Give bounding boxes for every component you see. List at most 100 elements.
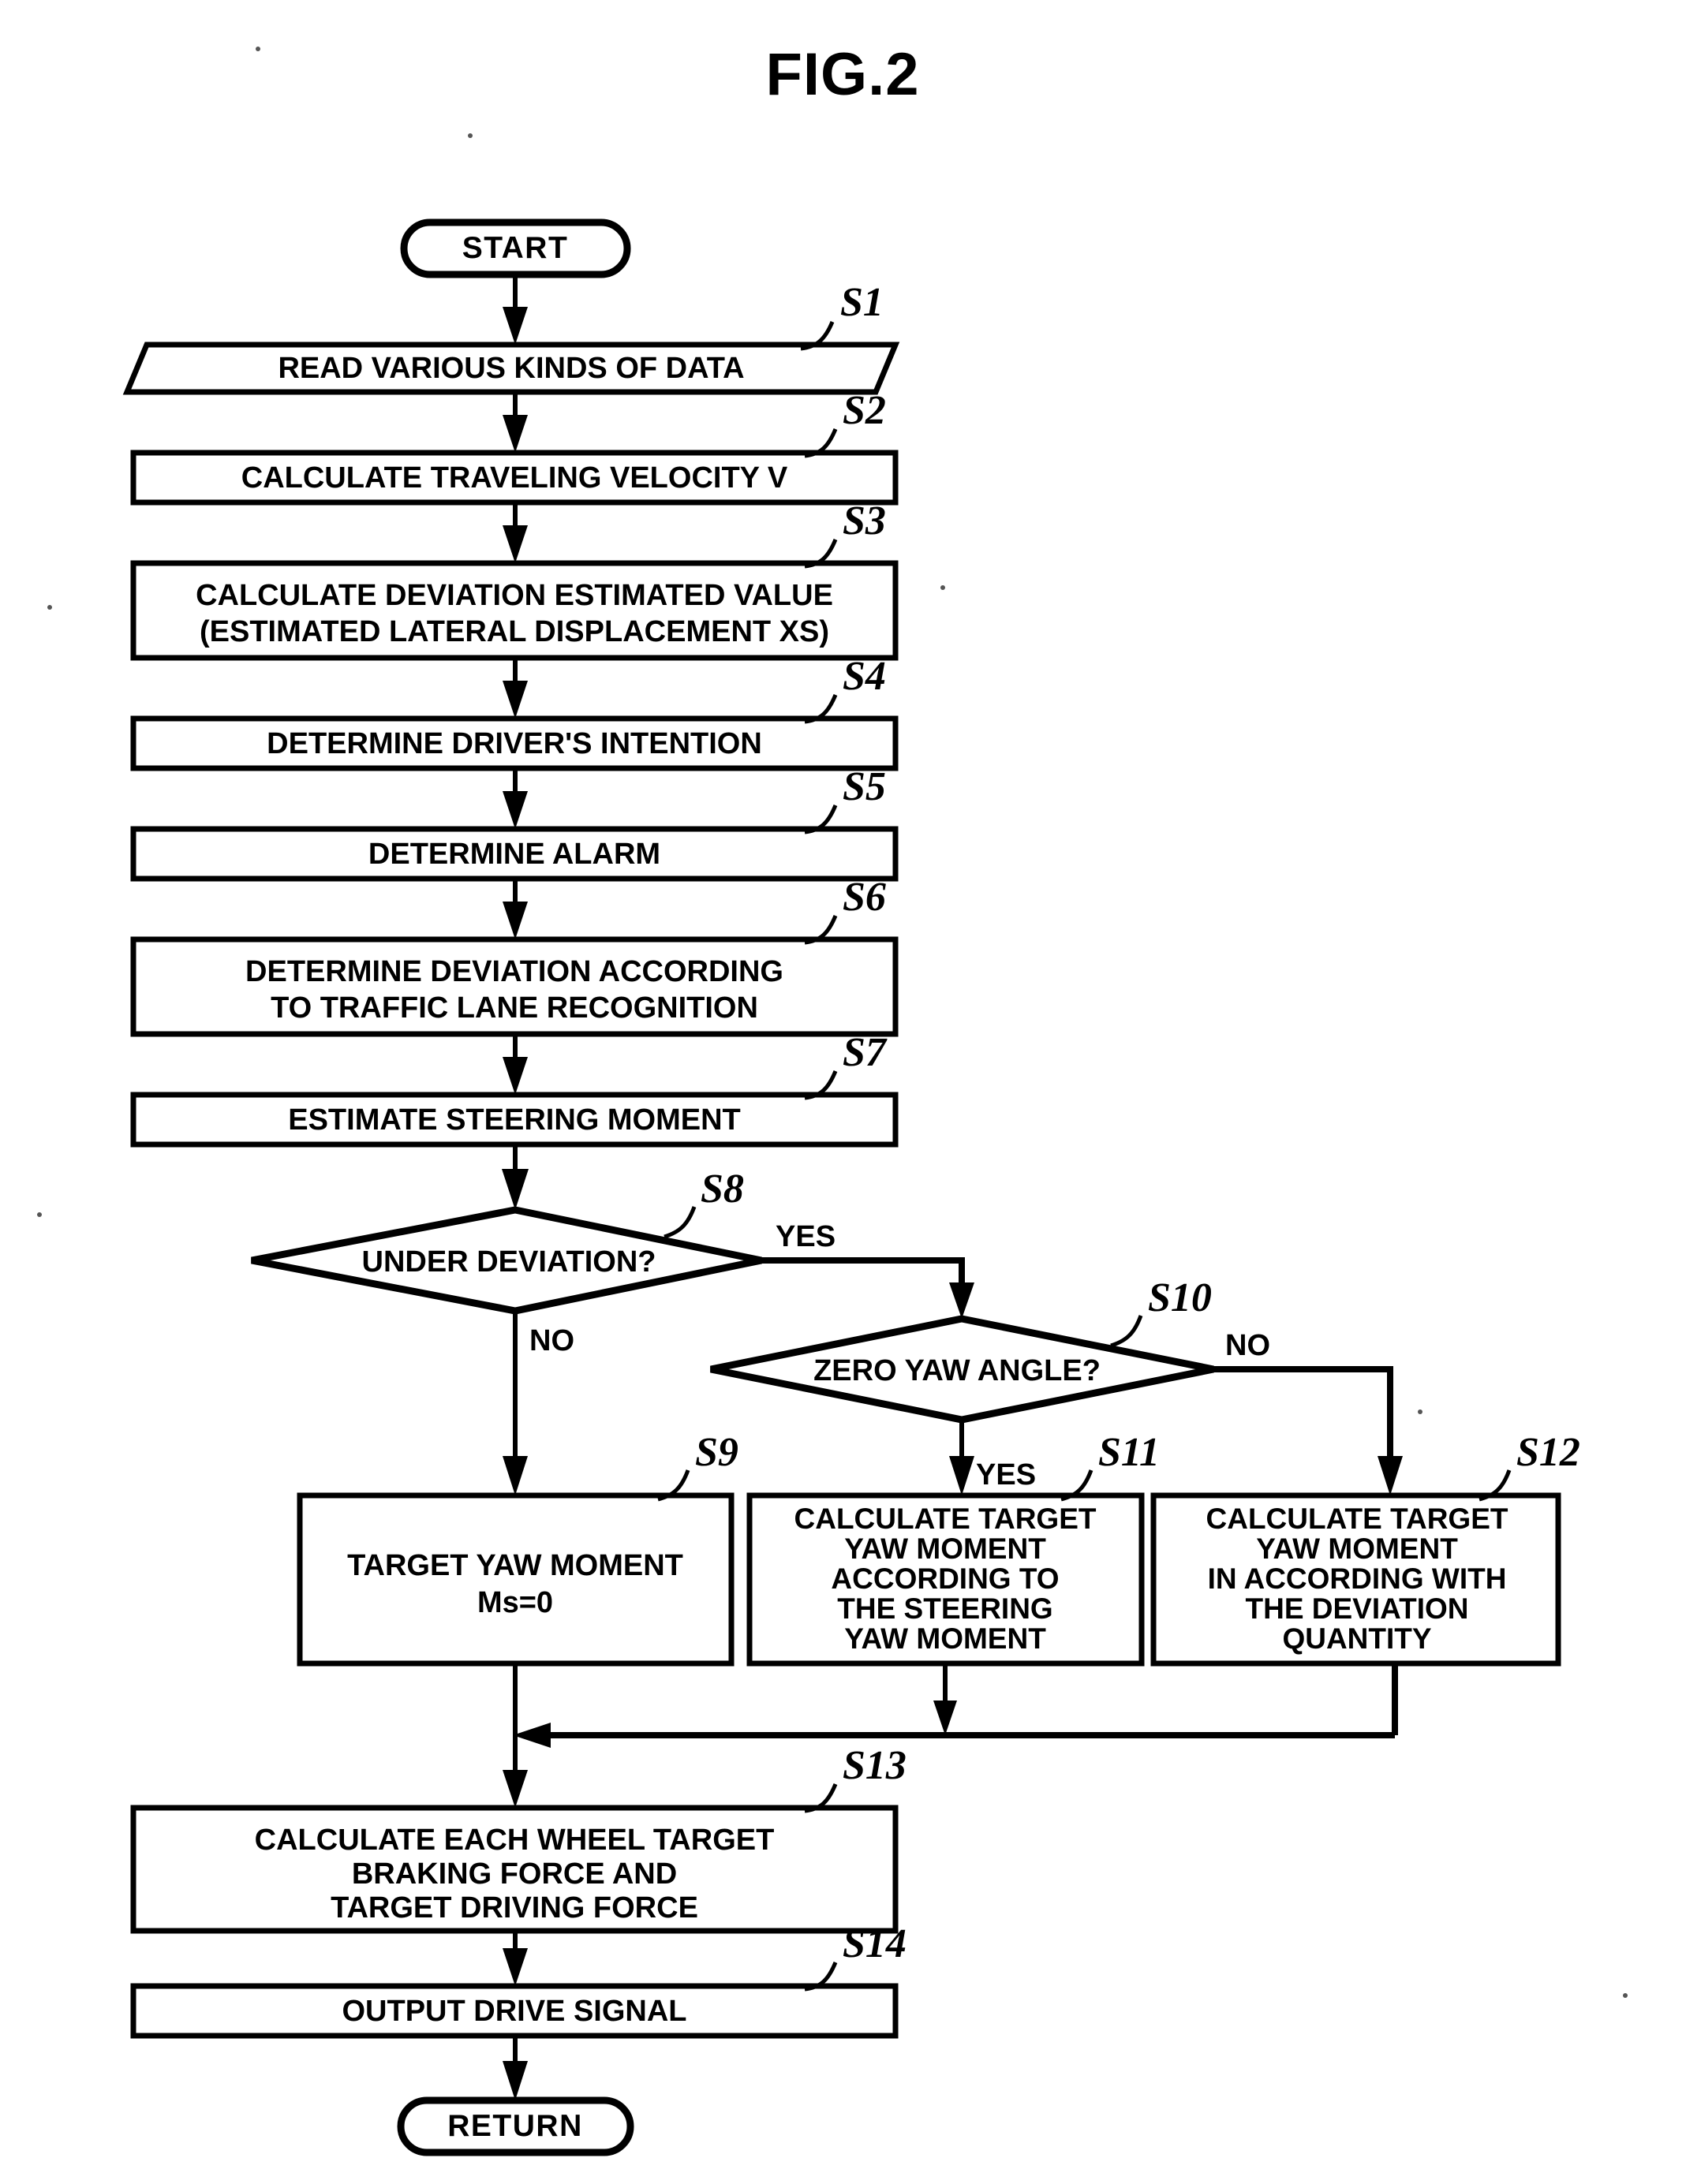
- start-label: START: [462, 231, 569, 265]
- edge-s11-merge: [933, 1663, 957, 1735]
- s13-step-leader: S13: [804, 1743, 907, 1813]
- s11-label-line5: YAW MOMENT: [844, 1622, 1046, 1655]
- s2-step-number: S2: [843, 388, 886, 433]
- s9-label-line2: Ms=0: [477, 1586, 553, 1619]
- edge-s6-s7: [503, 1034, 528, 1095]
- s13-label-line3: TARGET DRIVING FORCE: [331, 1891, 698, 1925]
- s9-step-leader: S9: [657, 1430, 738, 1502]
- node-s14[interactable]: OUTPUT DRIVE SIGNAL: [130, 1983, 899, 2039]
- patent-figure: FIG.2 START READ VARIOUS KINDS OF DATA S…: [0, 0, 1686, 2184]
- s14-step-number: S14: [843, 1921, 907, 1966]
- scan-speck: [1418, 1409, 1422, 1414]
- merge-rail: [513, 1723, 1395, 1748]
- edge-s13-s14: [503, 1931, 528, 1986]
- s3-label-line2: (ESTIMATED LATERAL DISPLACEMENT XS): [200, 615, 829, 648]
- s2-label-line1: CALCULATE TRAVELING VELOCITY V: [241, 461, 788, 495]
- node-s3[interactable]: CALCULATE DEVIATION ESTIMATED VALUE (EST…: [130, 560, 899, 661]
- scan-speck: [256, 47, 260, 51]
- s10-step-leader: S10: [1110, 1275, 1212, 1348]
- s9-step-number: S9: [695, 1430, 738, 1475]
- s11-label-line4: THE STEERING: [837, 1592, 1052, 1625]
- s1-step-number: S1: [840, 280, 884, 325]
- s8-yes-label: YES: [776, 1220, 836, 1253]
- edge-s10-no: NO: [1213, 1329, 1403, 1495]
- s4-step-number: S4: [843, 654, 886, 699]
- edge-s8-no: NO: [503, 1311, 574, 1495]
- s4-label-line1: DETERMINE DRIVER'S INTENTION: [267, 727, 762, 760]
- edge-s4-s5: [503, 768, 528, 829]
- s6-step-number: S6: [843, 875, 886, 920]
- s2-step-leader: S2: [804, 388, 886, 458]
- s13-label-line1: CALCULATE EACH WHEEL TARGET: [255, 1824, 775, 1857]
- s11-label-line3: ACCORDING TO: [831, 1562, 1059, 1595]
- s7-label-line1: ESTIMATE STEERING MOMENT: [288, 1103, 741, 1137]
- s7-step-leader: S7: [804, 1030, 888, 1100]
- edge-s14-return: [503, 2036, 528, 2100]
- node-start[interactable]: START: [400, 218, 631, 278]
- s6-label-line2: TO TRAFFIC LANE RECOGNITION: [271, 991, 758, 1025]
- s12-label-line1: CALCULATE TARGET: [1206, 1503, 1508, 1535]
- s12-label-line4: THE DEVIATION: [1246, 1592, 1469, 1625]
- edge-s8-yes: YES: [761, 1220, 974, 1319]
- s3-step-leader: S3: [804, 498, 886, 569]
- s3-label-line1: CALCULATE DEVIATION ESTIMATED VALUE: [196, 579, 833, 612]
- s10-yes-label: YES: [976, 1458, 1036, 1491]
- s5-step-number: S5: [843, 764, 886, 809]
- s12-label-line2: YAW MOMENT: [1256, 1533, 1458, 1565]
- s1-step-leader: S1: [800, 280, 884, 351]
- return-label: RETURN: [447, 2109, 583, 2143]
- s12-step-leader: S12: [1479, 1430, 1580, 1502]
- s10-no-label: NO: [1225, 1329, 1270, 1362]
- s13-step-number: S13: [843, 1743, 907, 1788]
- edge-s7-s8: [502, 1144, 529, 1210]
- node-s6[interactable]: DETERMINE DEVIATION ACCORDING TO TRAFFIC…: [130, 936, 899, 1037]
- s6-label-line1: DETERMINE DEVIATION ACCORDING: [245, 955, 783, 988]
- s10-label-line1: ZERO YAW ANGLE?: [813, 1354, 1101, 1387]
- edge-s2-s3: [503, 502, 528, 563]
- edge-s3-s4: [503, 658, 528, 719]
- s9-label-line1: TARGET YAW MOMENT: [347, 1549, 683, 1582]
- scan-speck: [940, 585, 945, 590]
- s12-step-number: S12: [1516, 1430, 1580, 1475]
- s4-step-leader: S4: [804, 654, 886, 724]
- s3-step-number: S3: [843, 498, 886, 543]
- node-s4[interactable]: DETERMINE DRIVER'S INTENTION: [130, 715, 899, 771]
- s5-label-line1: DETERMINE ALARM: [368, 838, 660, 871]
- node-s11[interactable]: CALCULATE TARGET YAW MOMENT ACCORDING TO…: [746, 1492, 1145, 1667]
- s11-label-line1: CALCULATE TARGET: [794, 1503, 1097, 1535]
- s13-label-line2: BRAKING FORCE AND: [352, 1857, 677, 1891]
- s8-label-line1: UNDER DEVIATION?: [362, 1245, 656, 1279]
- s10-step-number: S10: [1148, 1275, 1212, 1320]
- edge-s10-yes: YES: [949, 1420, 1036, 1495]
- s1-label-line1: READ VARIOUS KINDS OF DATA: [278, 352, 744, 385]
- node-s12[interactable]: CALCULATE TARGET YAW MOMENT IN ACCORDING…: [1150, 1492, 1561, 1667]
- edge-s1-s2: [503, 392, 528, 453]
- s7-step-number: S7: [843, 1030, 888, 1075]
- flowchart-canvas: FIG.2 START READ VARIOUS KINDS OF DATA S…: [37, 41, 1628, 2156]
- s14-label-line1: OUTPUT DRIVE SIGNAL: [342, 1995, 686, 2028]
- node-s10[interactable]: ZERO YAW ANGLE?: [710, 1315, 1214, 1424]
- s11-label-line2: YAW MOMENT: [844, 1533, 1046, 1565]
- s8-step-leader: S8: [664, 1167, 744, 1239]
- node-return[interactable]: RETURN: [397, 2096, 634, 2156]
- node-s1[interactable]: READ VARIOUS KINDS OF DATA: [122, 342, 900, 395]
- s11-step-number: S11: [1098, 1430, 1160, 1475]
- node-s5[interactable]: DETERMINE ALARM: [130, 826, 899, 882]
- s8-no-label: NO: [529, 1324, 574, 1357]
- s8-step-number: S8: [701, 1167, 744, 1211]
- s12-label-line3: IN ACCORDING WITH: [1208, 1562, 1507, 1595]
- scan-speck: [47, 605, 52, 610]
- scan-speck: [37, 1212, 42, 1217]
- node-s13[interactable]: CALCULATE EACH WHEEL TARGET BRAKING FORC…: [130, 1805, 899, 1934]
- s5-step-leader: S5: [804, 764, 886, 834]
- s6-step-leader: S6: [804, 875, 886, 945]
- figure-title: FIG.2: [765, 41, 919, 108]
- edge-s5-s6: [503, 879, 528, 939]
- node-s7[interactable]: ESTIMATE STEERING MOMENT: [130, 1092, 899, 1148]
- node-s9[interactable]: TARGET YAW MOMENT Ms=0: [297, 1492, 735, 1667]
- scan-speck: [1623, 1993, 1628, 1998]
- s11-step-leader: S11: [1060, 1430, 1160, 1502]
- scan-speck: [468, 133, 473, 138]
- s12-label-line5: QUANTITY: [1282, 1622, 1431, 1655]
- node-s2[interactable]: CALCULATE TRAVELING VELOCITY V: [130, 450, 899, 506]
